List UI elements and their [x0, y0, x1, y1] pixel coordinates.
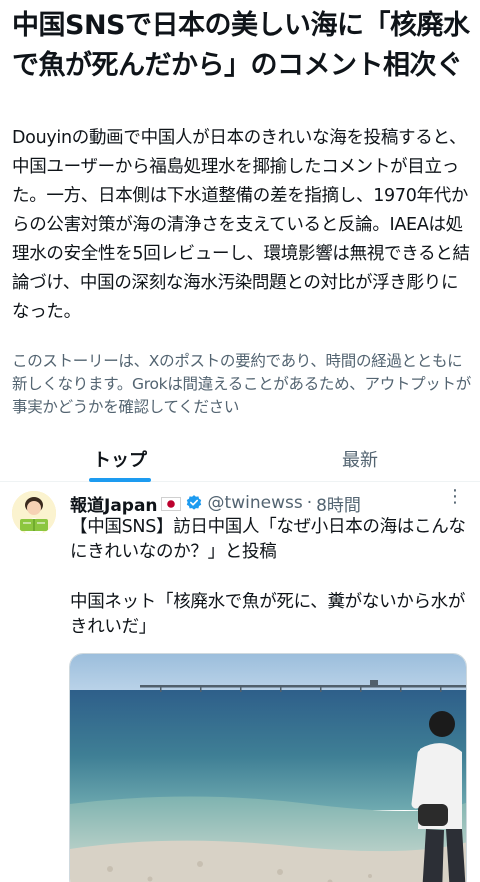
newsreader-avatar-icon[interactable] [12, 491, 56, 535]
tab-bar: トップ 最新 [0, 436, 480, 482]
story-summary: Douyinの動画で中国人が日本のきれいな海を投稿すると、中国ユーザーから福島処… [12, 128, 470, 322]
post-handle[interactable]: @twinewss [208, 493, 303, 513]
post-text: 【中国SNS】訪日中国人「なぜ小日本の海はこんなにきれいなのか？」と投稿 中国ネ… [70, 517, 466, 637]
tab-latest-label: 最新 [342, 450, 378, 471]
more-options-icon[interactable]: ⋮ [446, 486, 464, 507]
post-header: 報道Japan @twinewss · 8時間 [70, 491, 470, 516]
sea-photo[interactable] [69, 653, 467, 882]
japan-flag-icon [160, 496, 181, 511]
page-title: 中国SNSで日本の美しい海に「核廃水で魚が死んだから」のコメント相次ぐ [12, 10, 470, 81]
active-tab-indicator [89, 478, 151, 482]
post-separator: · [306, 493, 313, 513]
post[interactable]: 報道Japan @twinewss · 8時間 ⋮ 【中国SNS】訪日中国人「な… [0, 483, 480, 882]
tab-top[interactable]: トップ [0, 436, 240, 482]
tab-top-label: トップ [93, 450, 147, 471]
post-time[interactable]: 8時間 [316, 491, 361, 516]
grok-disclaimer: このストーリーは、Xのポストの要約であり、時間の経過とともに新しくなります。Gr… [12, 352, 471, 416]
verified-badge-icon [185, 494, 203, 512]
post-author[interactable]: 報道Japan [70, 491, 158, 516]
tab-latest[interactable]: 最新 [240, 436, 480, 481]
